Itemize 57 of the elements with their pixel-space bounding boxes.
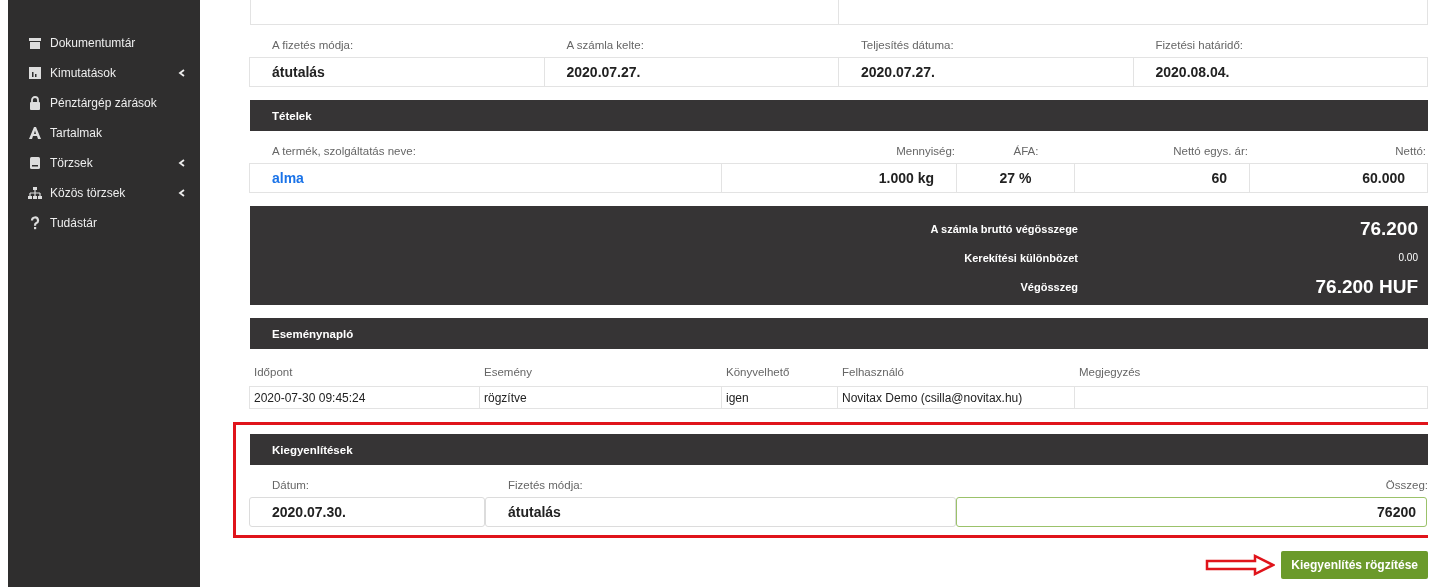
total-value: 76.200	[1358, 217, 1418, 240]
input-field[interactable]: 2020.07.30.	[249, 497, 485, 527]
book-icon	[28, 156, 42, 170]
letter-a-icon	[28, 126, 42, 140]
column-header: Mennyiség:	[895, 144, 956, 159]
field-label: A fizetés módja:	[271, 38, 355, 53]
column-header: ÁFA:	[1012, 144, 1040, 159]
field-label: A számla kelte:	[565, 38, 645, 53]
total-value: 0.00	[1397, 252, 1418, 263]
field-label: Fizetés módja:	[507, 478, 584, 493]
section-header: Kiegyenlítések	[250, 434, 1428, 465]
sidebar-item[interactable]: Pénztárgép zárások	[8, 88, 200, 118]
field-label: Teljesítés dátuma:	[860, 38, 955, 53]
column-header: Esemény	[483, 365, 533, 380]
sidebar-item[interactable]: Közös törzsek	[8, 178, 200, 208]
chart-icon	[28, 66, 42, 80]
field-label: Dátum:	[271, 478, 311, 493]
table-cell: 27 %	[956, 163, 1075, 193]
table-cell: rögzítve	[479, 386, 722, 409]
product-link[interactable]: alma	[249, 163, 722, 193]
total-label: Végösszeg	[1019, 280, 1078, 293]
field-value: átutalás	[249, 57, 545, 87]
sidebar-item[interactable]: Törzsek	[8, 148, 200, 178]
table-cell: 1.000 kg	[721, 163, 957, 193]
column-header: A termék, szolgáltatás neve:	[271, 144, 417, 159]
lock-icon	[28, 96, 42, 110]
column-header: Nettó:	[1394, 144, 1427, 159]
sitemap-icon	[28, 186, 42, 200]
column-header: Időpont	[253, 365, 294, 380]
section-header: Tételek	[250, 100, 1428, 131]
table-cell: igen	[721, 386, 838, 409]
field-value: 2020.07.27.	[838, 57, 1134, 87]
column-header: Nettó egys. ár:	[1172, 144, 1249, 159]
column-header: Könyvelhető	[725, 365, 791, 380]
input-field[interactable]: 76200	[956, 497, 1427, 527]
table-cell: 60	[1074, 163, 1250, 193]
field-label: Összeg:	[1384, 478, 1428, 493]
question-icon	[28, 216, 42, 230]
sidebar-item[interactable]: Tartalmak	[8, 118, 200, 148]
total-label: A számla bruttó végösszege	[929, 222, 1078, 235]
table-cell: Novitax Demo (csilla@novitax.hu)	[837, 386, 1075, 409]
input-field[interactable]: átutalás	[485, 497, 956, 527]
total-label: Kerekítési különbözet	[963, 251, 1078, 264]
field-value: 2020.07.27.	[543, 57, 839, 87]
section-header: Eseménynapló	[250, 318, 1428, 349]
total-value: 76.200 HUF	[1314, 275, 1418, 298]
sidebar-item[interactable]: Dokumentumtár	[8, 28, 200, 58]
archive-icon	[28, 36, 42, 50]
field-label: Fizetési határidő:	[1154, 38, 1245, 53]
arrow-icon	[1205, 554, 1276, 576]
table-cell: 60.000	[1249, 163, 1428, 193]
field-value: 2020.08.04.	[1132, 57, 1428, 87]
column-header: Felhasználó	[841, 365, 905, 380]
sidebar-item[interactable]: Kimutatások	[8, 58, 200, 88]
table-cell: 2020-07-30 09:45:24	[249, 386, 480, 409]
column-header: Megjegyzés	[1078, 365, 1142, 380]
sidebar-item[interactable]: Tudástár	[8, 208, 200, 238]
